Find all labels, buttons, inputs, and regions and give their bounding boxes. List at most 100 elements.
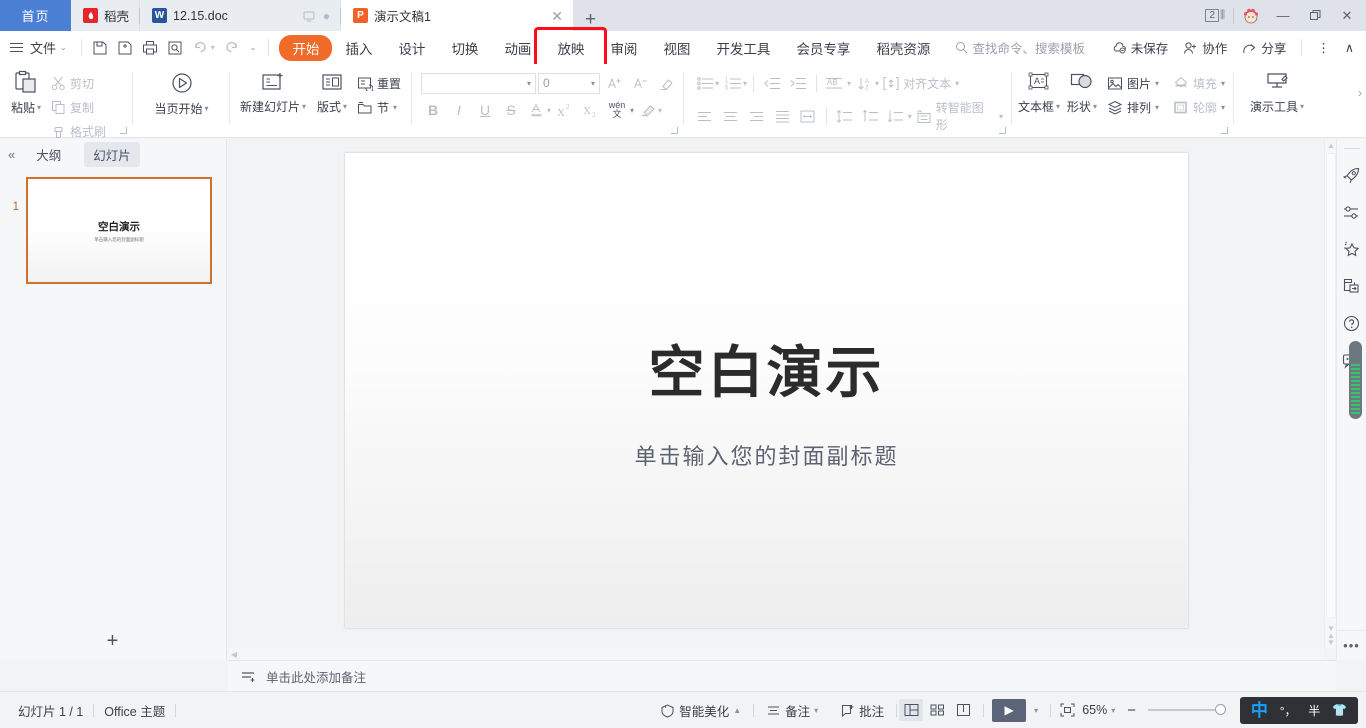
save-as-icon[interactable]	[113, 35, 138, 61]
beautify-button[interactable]: 智能美化 ▲	[650, 701, 751, 720]
tab-developer[interactable]: 开发工具	[703, 34, 783, 62]
ime-skin-icon[interactable]: 👕	[1332, 703, 1347, 717]
tab-transition[interactable]: 切换	[438, 34, 491, 62]
right-rail-more-button[interactable]: •••	[1337, 630, 1366, 660]
superscript-button[interactable]: X2	[553, 99, 577, 121]
present-tools-button[interactable]: 演示工具▾	[1245, 66, 1309, 117]
tab-docer-resource[interactable]: 稻壳资源	[863, 34, 943, 62]
notes-button[interactable]: 备注 ▾	[756, 701, 828, 720]
tab-outline[interactable]: 大纲	[27, 142, 70, 167]
reading-view-button[interactable]	[951, 699, 975, 721]
rocket-icon[interactable]	[1337, 157, 1366, 194]
slide-thumbnail[interactable]: 空白演示 单击输入您的封面副标题	[26, 177, 212, 284]
scroll-left-icon[interactable]: ◀	[228, 648, 240, 660]
ime-mode-icon[interactable]: 中	[1251, 702, 1268, 719]
font-size-input[interactable]: 0 ▾	[538, 73, 600, 94]
font-color-dropdown-icon[interactable]: ▾	[547, 106, 551, 115]
print-icon[interactable]	[138, 35, 163, 61]
notes-pane[interactable]: 单击此处添加备注	[228, 660, 1336, 691]
sparkle-star-icon[interactable]	[1337, 231, 1366, 268]
ribbon-overflow-icon[interactable]: ›	[1358, 86, 1362, 100]
justify-button[interactable]	[770, 105, 794, 127]
collapse-ribbon-button[interactable]: ∧	[1339, 37, 1360, 58]
zoom-level-label[interactable]: 65%	[1080, 703, 1109, 717]
align-right-button[interactable]	[744, 105, 768, 127]
decrease-indent-button[interactable]	[760, 72, 784, 94]
paste-button[interactable]: 粘贴▾	[5, 66, 47, 118]
avatar[interactable]	[1236, 0, 1266, 31]
text-direction-dropdown-icon[interactable]: ▾	[847, 79, 851, 88]
save-icon[interactable]	[88, 35, 113, 61]
collaborate-button[interactable]: 协作	[1177, 35, 1233, 60]
highlight-dropdown-icon[interactable]: ▾	[658, 106, 662, 115]
close-window-button[interactable]: ✕	[1332, 0, 1362, 31]
undo-icon[interactable]	[188, 35, 213, 61]
italic-button[interactable]: I	[447, 99, 471, 121]
font-dialog-launcher[interactable]	[671, 127, 678, 134]
more-options-button[interactable]: ⋮	[1311, 37, 1336, 58]
zoom-out-button[interactable]: −	[1123, 702, 1140, 719]
minimize-button[interactable]: —	[1268, 0, 1298, 31]
file-menu-button[interactable]: 文件 ⌄	[0, 38, 75, 57]
insert-dialog-launcher[interactable]	[1221, 127, 1228, 134]
cut-button[interactable]: 剪切	[47, 73, 110, 94]
char-effects-button[interactable]: wén文	[605, 99, 629, 121]
normal-view-button[interactable]	[899, 699, 923, 721]
fill-button[interactable]: 填充 ▾	[1169, 73, 1229, 94]
text-direction-button[interactable]: AB	[823, 72, 847, 94]
outline-button[interactable]: 轮廓 ▾	[1169, 97, 1229, 118]
zoom-slider-handle[interactable]	[1215, 704, 1226, 715]
cloud-unsaved-button[interactable]: 未保存	[1106, 35, 1175, 60]
strikethrough-button[interactable]: S	[499, 99, 523, 121]
grow-font-button[interactable]	[602, 72, 626, 94]
tab-doc-file[interactable]: W 12.15.doc ●	[140, 0, 340, 31]
beautify-caret-icon[interactable]: ▲	[733, 706, 741, 715]
ime-width-icon[interactable]: 半	[1308, 702, 1320, 719]
reset-button[interactable]: 重置	[353, 73, 405, 94]
align-center-button[interactable]	[719, 105, 743, 127]
textbox-button[interactable]: A 文本框▾	[1017, 66, 1061, 117]
bullets-dropdown-icon[interactable]: ▾	[715, 79, 719, 88]
start-slideshow-button[interactable]: ▶	[992, 699, 1026, 722]
tab-review[interactable]: 审阅	[597, 34, 650, 62]
increase-indent-button[interactable]	[786, 72, 810, 94]
shape-button[interactable]: 形状▾	[1061, 66, 1103, 117]
start-from-current-button[interactable]: 当页开始▾	[149, 66, 213, 119]
restore-button[interactable]	[1300, 0, 1330, 31]
font-size-dropdown-icon[interactable]: ▾	[591, 79, 595, 88]
char-effects-dropdown-icon[interactable]: ▾	[630, 106, 634, 115]
layout-button[interactable]: 版式▾	[311, 66, 353, 117]
print-preview-icon[interactable]	[163, 35, 188, 61]
bold-button[interactable]: B	[421, 99, 445, 121]
tab-design[interactable]: 设计	[385, 34, 438, 62]
customize-qat-icon[interactable]: ⌄	[250, 43, 257, 52]
shrink-font-button[interactable]	[628, 72, 652, 94]
line-spacing-dropdown-icon[interactable]: ▾	[875, 79, 879, 88]
picture-button[interactable]: 图片 ▾	[1103, 73, 1163, 94]
space-before-button[interactable]	[858, 105, 882, 127]
tab-view[interactable]: 视图	[650, 34, 703, 62]
distribute-button[interactable]	[796, 105, 820, 127]
tab-member[interactable]: 会员专享	[783, 34, 863, 62]
ime-toolbar[interactable]: 中 °， 半 👕	[1240, 697, 1358, 724]
numbering-button[interactable]: 123	[721, 72, 745, 94]
line-space-button[interactable]	[833, 105, 857, 127]
underline-button[interactable]: U	[473, 99, 497, 121]
tab-slideshow[interactable]: 放映	[544, 34, 597, 62]
align-left-button[interactable]	[693, 105, 717, 127]
tab-start[interactable]: 开始	[279, 35, 332, 61]
numbering-dropdown-icon[interactable]: ▾	[743, 79, 747, 88]
paragraph-spacing-dropdown-icon[interactable]: ▾	[908, 112, 912, 121]
clipboard-dialog-launcher[interactable]	[120, 127, 127, 134]
help-circle-icon[interactable]	[1337, 305, 1366, 342]
canvas-horizontal-scrollbar[interactable]: ◀	[228, 648, 1324, 660]
settings-sliders-icon[interactable]	[1337, 194, 1366, 231]
section-button[interactable]: 节 ▾	[353, 97, 405, 118]
share-button[interactable]: 分享	[1236, 35, 1292, 60]
font-name-input[interactable]: ▾	[421, 73, 536, 94]
new-slide-button[interactable]: 新建幻灯片▾	[235, 66, 311, 117]
slide-subtitle[interactable]: 单击输入您的封面副标题	[634, 439, 898, 471]
font-name-dropdown-icon[interactable]: ▾	[527, 79, 531, 88]
font-color-button[interactable]	[525, 99, 549, 121]
new-tab-button[interactable]: +	[573, 10, 608, 31]
